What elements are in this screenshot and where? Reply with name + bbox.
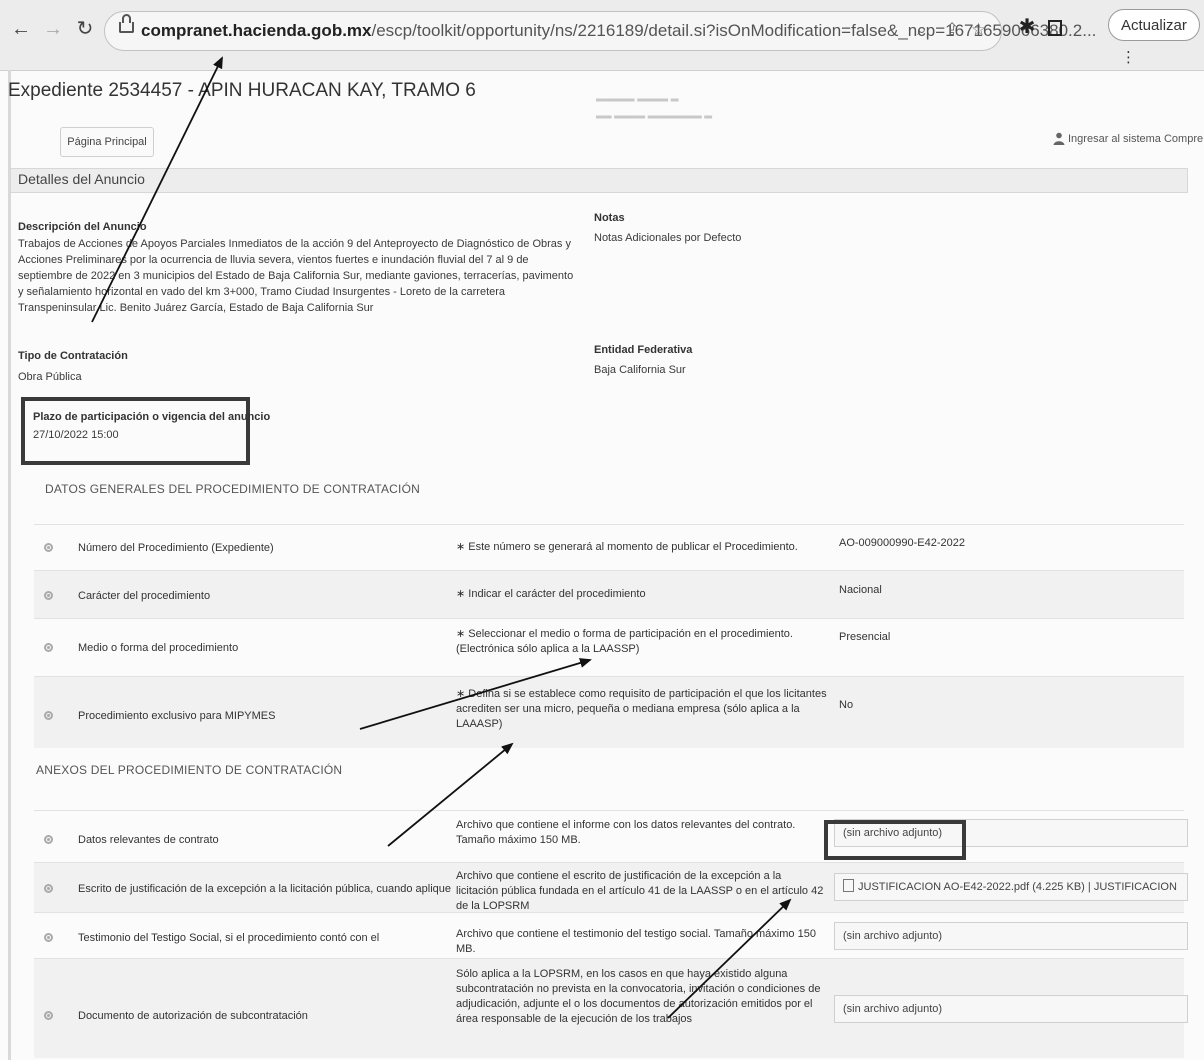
row-label: Datos relevantes de contrato [78,834,219,846]
row-label: Medio o forma del procedimiento [78,642,239,654]
pdf-file-icon [843,879,854,892]
row-label: Testimonio del Testigo Social, si el pro… [78,932,380,944]
deadline-label: Plazo de participación o vigencia del an… [33,411,271,423]
eye-icon [44,884,53,893]
deadline-value: 27/10/2022 15:00 [33,429,119,441]
table-row: Testimonio del Testigo Social, si el pro… [34,912,1188,958]
faint-header-text-2: ▂▂ ▂▂▂▂ ▂▂▂▂▂▂▂ ▂ [596,108,713,119]
row-note: Archivo que contiene el testimonio del t… [456,928,816,955]
attachment-file-size: (4.225 KB) [1032,881,1085,893]
table-row: Procedimiento exclusivo para MIPYMES ∗ D… [34,676,1184,748]
row-value: AO-009000990-E42-2022 [839,537,965,549]
row-note: ∗ Este número se generará al momento de … [456,541,798,553]
row-note: Sólo aplica a la LOPSRM, en los casos en… [456,968,821,1025]
attachment-value: (sin archivo adjunto) [843,1003,943,1015]
eye-icon [44,591,53,600]
forward-icon[interactable]: → [42,18,64,40]
address-bar[interactable]: compranet.hacienda.gob.mx/escp/toolkit/o… [104,11,1096,51]
state-value: Baja California Sur [594,364,686,376]
update-button[interactable]: Actualizar ⋮ [1108,9,1200,66]
table-row: Número del Procedimiento (Expediente) ∗ … [34,524,1184,570]
row-value: Presencial [839,631,891,643]
browser-toolbar: ← → ↻ compranet.hacienda.gob.mx/escp/too… [0,0,1204,71]
eye-icon [44,543,53,552]
notes-text: Notas Adicionales por Defecto [594,232,742,244]
eye-icon [44,711,53,720]
home-page-button[interactable]: Página Principal [60,127,154,157]
row-note: Archivo que contiene el escrito de justi… [456,870,824,912]
contract-type-label: Tipo de Contratación [18,350,128,362]
page-left-border [8,70,11,1060]
faint-header-text-1: ▂▂▂▂▂ ▂▂▂▂ ▂ [596,91,679,102]
table-row: Documento de autorización de subcontrata… [34,958,1188,1058]
description-label: Descripción del Anuncio [18,221,147,233]
row-note: ∗ Indicar el carácter del procedimiento [456,588,646,600]
row-note: Archivo que contiene el informe con los … [456,819,796,846]
description-text: Trabajos de Acciones de Apoyos Parciales… [18,238,574,314]
user-icon [1053,132,1065,145]
row-label: Procedimiento exclusivo para MIPYMES [78,710,276,722]
table-row: Medio o forma del procedimiento ∗ Selecc… [34,618,1184,676]
row-value: Nacional [839,584,882,596]
eye-icon [44,835,53,844]
state-label: Entidad Federativa [594,344,693,356]
general-data-heading: DATOS GENERALES DEL PROCEDIMIENTO DE CON… [45,482,420,496]
attachment-file-name[interactable]: JUSTIFICACION AO-E42-2022.pdf [858,881,1029,893]
reload-icon[interactable]: ↻ [74,18,96,40]
notes-label: Notas [594,212,625,224]
table-row: Escrito de justificación de la excepción… [34,862,1188,912]
bookmark-star-icon[interactable]: ☆ [971,20,986,40]
section-header [10,168,1188,193]
section-title: Detalles del Anuncio [18,171,145,187]
attachment-field[interactable]: JUSTIFICACION AO-E42-2022.pdf (4.225 KB)… [834,873,1188,901]
row-value: No [839,699,854,711]
row-label: Escrito de justificación de la excepción… [78,883,452,895]
contract-type-value: Obra Pública [18,371,82,383]
share-icon[interactable]: ⇪ [945,20,959,40]
attachment-value: (sin archivo adjunto) [843,930,943,942]
row-label: Número del Procedimiento (Expediente) [78,542,274,554]
row-label: Documento de autorización de subcontrata… [78,1010,308,1022]
back-icon[interactable]: ← [10,18,32,40]
lock-icon [119,14,134,33]
page-title: Expediente 2534457 - APIN HURACAN KAY, T… [8,80,476,101]
sidebar-panel-icon[interactable] [1048,20,1062,36]
annexes-heading: ANEXOS DEL PROCEDIMIENTO DE CONTRATACIÓN [36,763,343,777]
eye-icon [44,643,53,652]
attachment-highlight-box [824,820,966,860]
extensions-puzzle-icon[interactable]: ✱ [1016,16,1038,38]
zoom-icon[interactable]: ⌕ [917,20,927,40]
table-row: Carácter del procedimiento ∗ Indicar el … [34,570,1184,618]
attachment-field[interactable]: (sin archivo adjunto) [834,922,1188,950]
attachment-description: JUSTIFICACION [1093,881,1177,893]
eye-icon [44,1011,53,1020]
table-row: Datos relevantes de contrato Archivo que… [34,810,1188,862]
attachment-field[interactable]: (sin archivo adjunto) [834,995,1188,1023]
login-link[interactable]: Ingresar al sistema CompreNe [1068,133,1204,145]
row-label: Carácter del procedimiento [78,590,211,602]
row-note: ∗ Defina si se establece como requisito … [456,688,827,730]
eye-icon [44,933,53,942]
row-note: ∗ Seleccionar el medio o forma de partic… [456,628,793,655]
